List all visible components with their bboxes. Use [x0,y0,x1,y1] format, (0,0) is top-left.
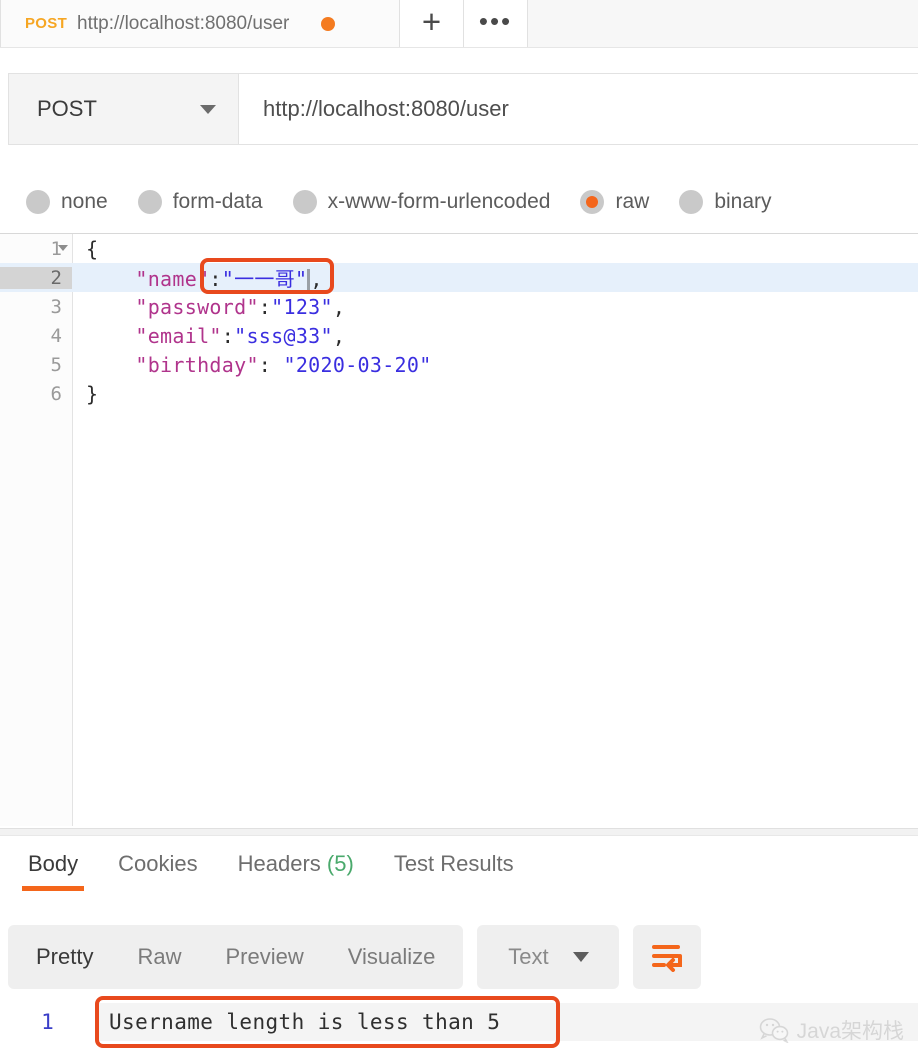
comma-token: , [310,267,323,291]
radio-icon [292,190,317,214]
chevron-down-icon [200,104,216,114]
tab-method-label: POST [25,15,68,32]
tab-url-label: http://localhost:8080/user [77,12,290,34]
url-input-value: http://localhost:8080/user [263,96,509,121]
body-type-form-data-label: form-data [172,190,263,213]
body-type-raw[interactable]: raw [580,190,649,214]
http-method-label: POST [37,96,97,121]
url-input[interactable]: http://localhost:8080/user [239,74,918,144]
wrap-lines-icon [652,945,683,972]
line-content: "birthday": "2020-03-20" [72,353,432,377]
radio-icon [679,190,704,214]
body-type-binary[interactable]: binary [679,190,772,214]
unsaved-indicator-icon [321,16,336,31]
response-body-text: Username length is less than 5 [95,1003,918,1041]
format-visualize-button[interactable]: Visualize [326,944,458,970]
response-line-number: 1 [41,1010,54,1034]
radio-icon [137,190,162,214]
editor-line[interactable]: 6 } [0,379,918,408]
json-value-password: "123" [271,294,333,319]
body-type-form-data[interactable]: form-data [137,190,263,214]
json-key-name: "name" [135,267,210,291]
new-tab-button[interactable]: + [400,0,464,47]
tab-strip: POST http://localhost:8080/user + ••• [0,0,918,48]
line-content: "name":"一一哥", [72,263,323,292]
body-type-binary-label: binary [714,190,772,213]
brace-open-token: { [86,236,99,261]
line-content: "email":"sss@33", [72,324,345,348]
body-type-raw-label: raw [615,190,650,213]
response-tab-bar: Body Cookies Headers (5) Test Results [0,845,918,901]
line-number: 3 [50,295,62,318]
body-type-radio-group: none form-data x-www-form-urlencoded raw… [0,178,918,226]
tab-options-button[interactable]: ••• [464,0,528,47]
json-value-birthday: "2020-03-20" [283,352,432,377]
line-content: } [72,382,98,406]
editor-line[interactable]: 4 "email":"sss@33", [0,321,918,350]
content-type-label: Text [508,944,549,969]
editor-line-active[interactable]: 2 "name":"一一哥", [0,263,918,292]
line-number: 4 [50,324,62,347]
radio-selected-icon [580,190,605,214]
response-body-line: 1 Username length is less than 5 [0,996,918,1048]
fold-arrow-icon[interactable] [58,245,68,251]
comma-token: , [332,323,346,348]
response-body-viewer[interactable]: 1 Username length is less than 5 [0,996,918,1064]
comma-token: , [332,294,346,319]
radio-icon [26,190,50,214]
colon-token: : [221,323,235,348]
editor-line[interactable]: 1 { [0,234,918,263]
brace-close-token: } [86,381,99,406]
line-content: "password":"123", [72,295,345,319]
wrap-lines-button[interactable] [633,925,702,989]
line-number: 2 [0,266,72,289]
format-pretty-button[interactable]: Pretty [14,944,115,970]
request-body-editor[interactable]: 1 { 2 "name":"一一哥", 3 "password":"123", … [0,233,918,826]
json-key-email: "email" [135,323,222,348]
colon-token: : [258,352,284,377]
response-tab-test-results[interactable]: Test Results [374,845,534,877]
chevron-down-icon [572,952,589,962]
colon-token: : [209,267,222,291]
content-type-select[interactable]: Text [477,925,620,989]
line-number: 5 [50,353,62,376]
request-tab[interactable]: POST http://localhost:8080/user [0,0,400,47]
format-preview-button[interactable]: Preview [203,944,325,970]
request-url-bar: POST http://localhost:8080/user [8,73,918,145]
line-number: 6 [50,382,62,405]
body-type-none[interactable]: none [26,190,108,214]
response-tab-headers[interactable]: Headers (5) [218,845,374,877]
json-key-password: "password" [135,294,259,319]
headers-count-badge: (5) [326,851,354,876]
response-tab-test-results-label: Test Results [393,851,514,876]
response-tab-body-label: Body [28,851,79,876]
active-tab-underline [22,886,85,891]
json-key-birthday: "birthday" [135,352,259,377]
json-value-email: "sss@33" [234,323,333,348]
response-format-toolbar: Pretty Raw Preview Visualize Text [8,925,910,989]
format-raw-button[interactable]: Raw [115,944,203,970]
response-divider [0,828,918,836]
json-value-name: "一一哥" [221,267,308,291]
colon-token: : [258,294,272,319]
response-tab-headers-label: Headers [237,851,321,876]
tab-strip-filler [528,0,918,47]
http-method-select[interactable]: POST [9,74,239,144]
body-type-urlencoded[interactable]: x-www-form-urlencoded [292,190,551,214]
response-format-group: Pretty Raw Preview Visualize [8,925,464,989]
body-type-urlencoded-label: x-www-form-urlencoded [327,190,551,213]
response-tab-body[interactable]: Body [8,845,98,891]
response-tab-cookies[interactable]: Cookies [98,845,217,877]
response-tab-cookies-label: Cookies [118,851,198,876]
body-type-none-label: none [61,190,108,213]
editor-line[interactable]: 3 "password":"123", [0,292,918,321]
editor-line[interactable]: 5 "birthday": "2020-03-20" [0,350,918,379]
line-content: { [72,237,98,261]
